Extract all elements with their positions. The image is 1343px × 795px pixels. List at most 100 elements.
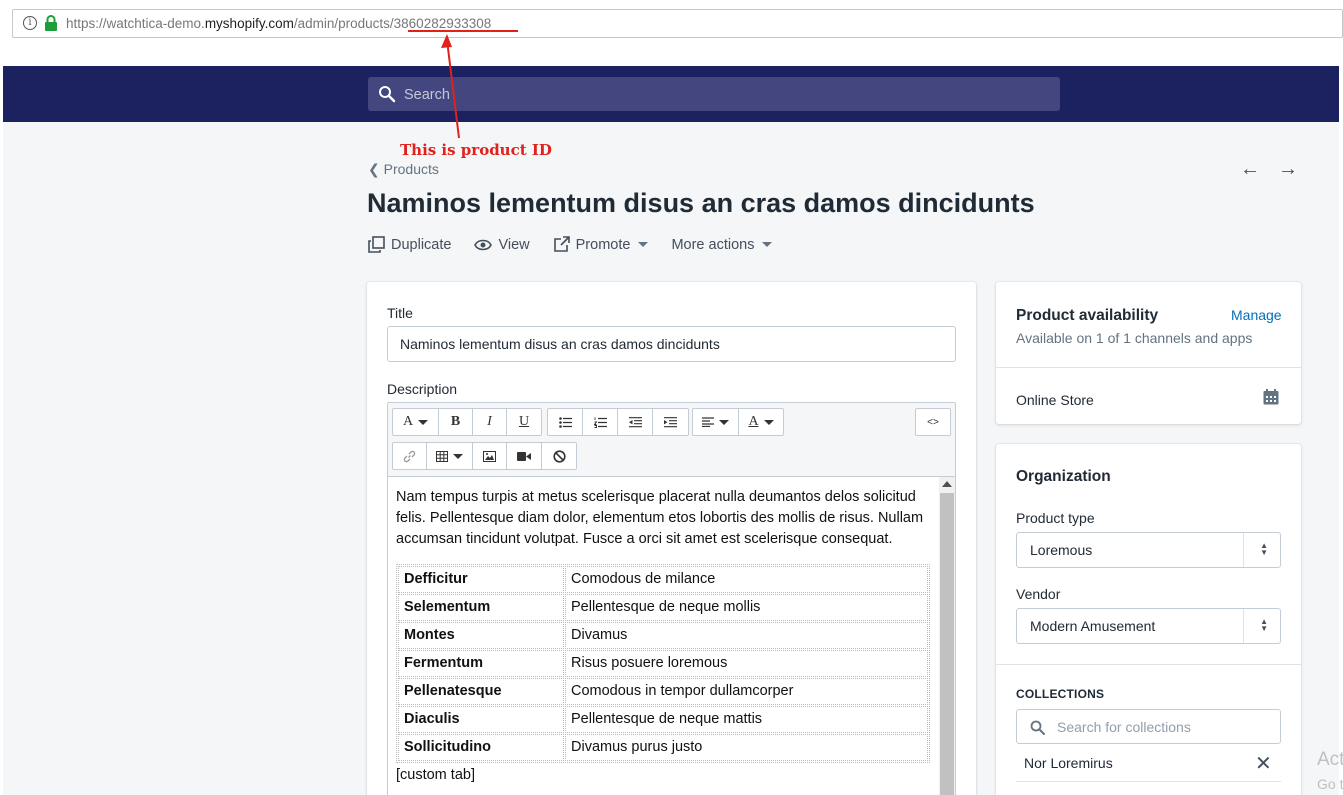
next-arrow-icon[interactable]: → [1278, 158, 1316, 181]
calendar-icon[interactable] [1263, 389, 1279, 405]
chevron-down-icon [453, 453, 463, 459]
more-actions-button[interactable]: More actions [671, 236, 773, 253]
remove-collection-icon[interactable]: ✕ [1255, 751, 1272, 776]
view-button[interactable]: View [474, 236, 530, 253]
outdent-button[interactable] [618, 409, 653, 435]
spec-key: Selementum [398, 594, 564, 621]
insert-image-button[interactable] [473, 443, 507, 469]
product-type-select[interactable]: Loremous ▲ ▼ [1016, 532, 1281, 568]
spec-key: Montes [398, 622, 564, 649]
title-label: Title [387, 305, 413, 321]
pagination: ← → [1240, 158, 1316, 181]
chevron-down-icon [418, 419, 429, 425]
collections-search-input[interactable]: Search for collections [1016, 709, 1281, 744]
breadcrumb-products[interactable]: ❮ Products [368, 161, 439, 178]
page-actions: Duplicate View Promote More actions [368, 236, 795, 253]
table-row: Montes Divamus [398, 622, 928, 649]
duplicate-button[interactable]: Duplicate [368, 236, 451, 253]
custom-tab-text: [custom tab] [396, 767, 475, 783]
title-input[interactable]: Naminos lementum disus an cras damos din… [387, 326, 956, 362]
address-bar[interactable]: i https://watchtica-demo.myshopify.com/a… [12, 9, 1343, 38]
duplicate-icon [368, 236, 385, 253]
divider [1016, 781, 1281, 782]
table-row: Sollicitudino Divamus purus justo [398, 734, 928, 761]
code-view-button[interactable]: <> [916, 409, 950, 435]
spec-value: Pellentesque de neque mattis [565, 706, 928, 733]
spec-value: Pellentesque de neque mollis [565, 594, 928, 621]
indent-icon [664, 416, 677, 427]
os-activation-watermark: Act Go t [1317, 749, 1343, 792]
manage-link[interactable]: Manage [1231, 307, 1282, 323]
vendor-label: Vendor [1016, 586, 1061, 602]
description-editor[interactable]: A B I U A <> Nam tempus turpis at metus … [387, 402, 956, 795]
divider [996, 367, 1301, 368]
promote-button[interactable]: Promote [553, 236, 649, 253]
search-icon [379, 86, 396, 103]
availability-title: Product availability [1016, 307, 1159, 324]
table-dropdown[interactable] [427, 443, 473, 469]
chevron-down-icon [762, 242, 773, 247]
lock-icon [45, 15, 57, 31]
paragraph-group: A [692, 408, 784, 436]
organization-title: Organization [1016, 468, 1111, 485]
page-title: Naminos lementum disus an cras damos din… [367, 188, 1035, 218]
insert-group [392, 442, 577, 470]
spec-key: Defficitur [398, 566, 564, 593]
annotation-arrow [441, 34, 460, 139]
search-icon [1030, 720, 1045, 735]
chevron-down-icon [638, 242, 649, 247]
spec-value: Comodous in tempor dullamcorper [565, 678, 928, 705]
spec-key: Sollicitudino [398, 734, 564, 761]
bold-button[interactable]: B [439, 409, 473, 435]
spec-key: Pellenatesque [398, 678, 564, 705]
description-paragraph: Nam tempus turpis at metus scelerisque p… [396, 489, 924, 547]
align-left-icon [702, 417, 714, 427]
table-row: Diaculis Pellentesque de neque mattis [398, 706, 928, 733]
breadcrumb-label: Products [383, 161, 439, 177]
channel-online-store: Online Store [1016, 392, 1094, 408]
align-dropdown[interactable] [693, 409, 739, 435]
bullet-list-icon [558, 416, 572, 428]
underline-button[interactable]: U [507, 409, 541, 435]
chevron-down-icon [763, 419, 774, 425]
search-input[interactable]: Search [368, 77, 1060, 111]
info-icon[interactable]: i [23, 16, 37, 30]
spec-value: Comodous de milance [565, 566, 928, 593]
italic-button[interactable]: I [473, 409, 507, 435]
product-id-text: 3860282933308 [393, 16, 492, 31]
font-style-group: A B I U [392, 408, 542, 436]
url-text[interactable]: https://watchtica-demo.myshopify.com/adm… [66, 16, 491, 31]
ban-icon [552, 449, 566, 463]
font-color-dropdown[interactable]: A [739, 409, 783, 435]
table-icon [436, 450, 448, 462]
link-icon [403, 450, 416, 462]
spec-value: Risus posuere loremous [565, 650, 928, 677]
scrollbar-thumb[interactable] [940, 493, 954, 795]
editor-content[interactable]: Nam tempus turpis at metus scelerisque p… [388, 477, 939, 795]
spec-value: Divamus purus justo [565, 734, 928, 761]
numbered-list-icon [593, 417, 607, 428]
editor-toolbar: A B I U A <> [388, 403, 955, 477]
insert-video-button[interactable] [507, 443, 542, 469]
vendor-select[interactable]: Modern Amusement ▲ ▼ [1016, 608, 1281, 644]
link-button[interactable] [393, 443, 427, 469]
editor-scrollbar[interactable] [939, 477, 955, 795]
scroll-up-arrow-icon[interactable] [942, 481, 952, 487]
annotation-label: This is product ID [400, 141, 552, 159]
video-icon [517, 451, 531, 461]
previous-arrow-icon[interactable]: ← [1240, 158, 1278, 181]
font-style-dropdown[interactable]: A [393, 409, 439, 435]
table-row: Selementum Pellentesque de neque mollis [398, 594, 928, 621]
spec-key: Fermentum [398, 650, 564, 677]
external-link-icon [553, 236, 570, 252]
chevron-left-icon: ❮ [368, 161, 380, 177]
bullet-list-button[interactable] [548, 409, 583, 435]
clear-formatting-button[interactable] [542, 443, 576, 469]
indent-button[interactable] [653, 409, 688, 435]
table-row: Defficitur Comodous de milance [398, 566, 928, 593]
select-arrows-icon: ▲ ▼ [1260, 541, 1268, 557]
numbered-list-button[interactable] [583, 409, 618, 435]
collection-item-label: Nor Loremirus [1024, 755, 1113, 771]
eye-icon [474, 239, 493, 250]
description-label: Description [387, 381, 458, 397]
